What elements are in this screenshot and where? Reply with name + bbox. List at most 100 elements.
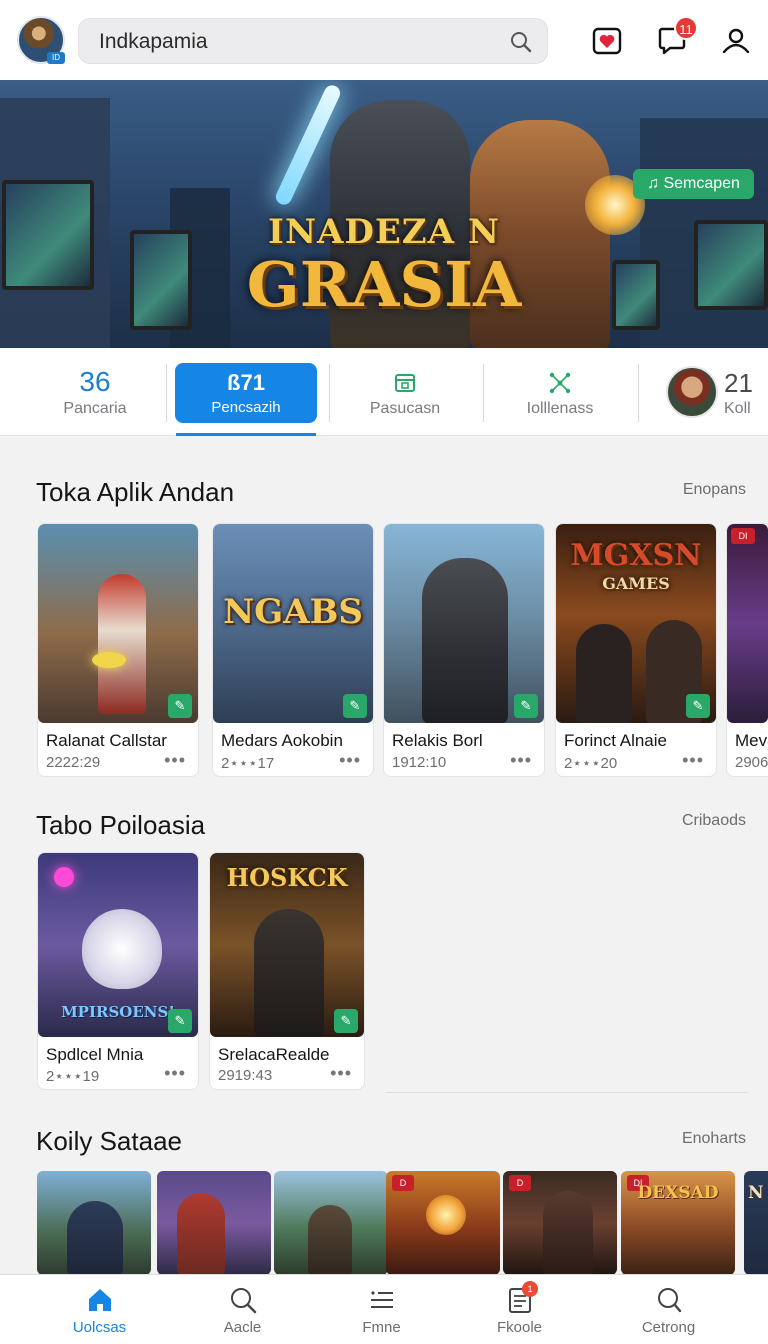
nav-settings[interactable]: Cetrong: [592, 1275, 745, 1344]
nav-documents[interactable]: Fkoole: [443, 1275, 596, 1344]
section-more-link[interactable]: Cribaods: [682, 812, 746, 830]
nav-list[interactable]: Fmne: [305, 1275, 458, 1344]
list-icon: [370, 1291, 393, 1308]
game-thumbnail-partial[interactable]: N: [744, 1171, 768, 1275]
user-icon[interactable]: [719, 24, 753, 58]
search-icon: [657, 1288, 681, 1313]
game-card-art-title: HOSKCK: [226, 863, 348, 892]
art-magic-orb: [54, 867, 74, 887]
search-bar[interactable]: Indkapamia: [78, 18, 548, 64]
kol-label: Koll: [724, 400, 751, 417]
tag-icon: ✎: [514, 694, 538, 718]
calendar-icon: [395, 374, 415, 392]
bottom-nav: Uolcsas Aacle Fmne Fkoole Cetrong: [0, 1274, 768, 1344]
game-card[interactable]: HOSKCK ✎ SrelacaRealde 2919:43 •••: [209, 852, 365, 1090]
game-card-meta: 2919:43: [218, 1067, 273, 1084]
art-character: [543, 1191, 593, 1275]
kol-avatar[interactable]: [666, 366, 718, 418]
search-icon[interactable]: [509, 30, 533, 54]
tag-icon: ✎: [343, 694, 367, 718]
stat-tab-1[interactable]: 36 Pancaria: [30, 348, 160, 436]
game-card-art: DI: [727, 524, 768, 723]
game-card[interactable]: ✎ Relakis Borl 1912:10 •••: [383, 523, 545, 777]
game-card-art-title: MGXSN: [570, 538, 702, 573]
more-options-icon[interactable]: •••: [330, 1063, 352, 1084]
more-options-icon[interactable]: •••: [164, 750, 186, 771]
stat-label: Pencsazih: [211, 399, 281, 416]
art-character: [254, 909, 324, 1037]
game-card-name: Medars Aokobin: [221, 731, 343, 750]
art-magic-effect: [92, 652, 126, 668]
game-card-name: Relakis Borl: [392, 731, 483, 750]
search-input[interactable]: Indkapamia: [99, 30, 208, 54]
game-thumbnail[interactable]: [274, 1171, 388, 1275]
nav-label: Uolcsas: [72, 1319, 127, 1336]
hero-title-line1: INADEZA N: [268, 212, 500, 252]
game-card-name: SrelacaRealde: [218, 1045, 330, 1064]
art-cat-character: [82, 909, 162, 989]
game-thumbnail[interactable]: DI DEXSAD: [621, 1171, 735, 1275]
game-card-meta: 2⋆⋆⋆19: [46, 1068, 100, 1085]
tag-icon: ✎: [686, 694, 710, 718]
stat-divider: [166, 364, 167, 422]
section-more-link[interactable]: Enopans: [683, 481, 746, 499]
game-card-name: Meva: [735, 731, 768, 750]
stat-tab-4[interactable]: Iolllenass: [495, 348, 625, 436]
game-card[interactable]: MPIRSOENS! ✎ Spdlcel Mnia 2⋆⋆⋆19 •••: [37, 852, 199, 1090]
stat-value: ß71: [227, 370, 265, 395]
stat-tab-2-active[interactable]: ß71 Pencsazih: [175, 348, 317, 436]
avatar-badge: ID: [47, 52, 65, 64]
game-card-meta: 2222:29: [46, 754, 101, 771]
thumbnail-title: DEXSAD: [637, 1183, 719, 1203]
hero-title-line2: GRASIA: [246, 248, 522, 321]
favorites-heart-icon[interactable]: [590, 24, 624, 58]
hero-tag-pill[interactable]: ♫ Semcapen: [633, 169, 754, 199]
nav-badge: 1: [522, 1281, 538, 1297]
tag-icon: ✎: [168, 1009, 192, 1033]
thumbnail-title: N: [748, 1183, 764, 1203]
stat-tab-3[interactable]: Pasucasn: [340, 348, 470, 436]
game-card-name: Forinct Alnaie: [564, 731, 667, 750]
section-title: Koily Sataae: [36, 1126, 182, 1156]
game-card-art-title: NGABS: [223, 592, 363, 632]
top-bar: ID Indkapamia 11: [0, 0, 768, 80]
divider: [386, 1092, 748, 1093]
more-options-icon[interactable]: •••: [682, 750, 704, 771]
game-card[interactable]: MGXSN GAMES ✎ Forinct Alnaie 2⋆⋆⋆20 •••: [555, 523, 717, 777]
hero-pill-label: Semcapen: [663, 175, 740, 192]
game-card[interactable]: ✎ Ralanat Callstar 2222:29 •••: [37, 523, 199, 777]
tag-icon: ✎: [168, 694, 192, 718]
nav-home[interactable]: Uolcsas: [23, 1275, 176, 1344]
game-card-meta: 2⋆⋆⋆20: [564, 755, 618, 772]
game-card-partial[interactable]: DI Meva 2906: [726, 523, 768, 777]
search-icon: [230, 1288, 256, 1314]
stats-row: 36 Pancaria ß71 Pencsazih Pasucasn Iolll…: [0, 348, 768, 436]
stat-label: Pasucasn: [369, 400, 441, 417]
game-thumbnail[interactable]: D: [386, 1171, 500, 1275]
game-card-art-subtitle: GAMES: [602, 574, 670, 593]
game-card-meta: 2906: [735, 754, 768, 771]
game-thumbnail[interactable]: [157, 1171, 271, 1275]
stat-divider: [483, 364, 484, 422]
more-options-icon[interactable]: •••: [164, 1063, 186, 1084]
game-thumbnail[interactable]: D: [503, 1171, 617, 1275]
nav-search[interactable]: Aacle: [166, 1275, 319, 1344]
more-options-icon[interactable]: •••: [339, 750, 361, 771]
music-note-icon: ♫: [647, 175, 664, 192]
tag-icon: ✎: [334, 1009, 358, 1033]
profile-avatar[interactable]: ID: [17, 16, 65, 64]
art-character: [67, 1201, 123, 1275]
game-card-name: Ralanat Callstar: [46, 731, 167, 750]
kol-count: 21: [724, 368, 753, 398]
art-soldier: [422, 558, 508, 723]
nav-label: Fkoole: [496, 1319, 543, 1336]
game-card-name: Spdlcel Mnia: [46, 1045, 144, 1064]
stat-label: Pancaria: [63, 400, 127, 417]
corner-label: DI: [731, 528, 755, 544]
section-more-link[interactable]: Enoharts: [682, 1130, 746, 1148]
home-icon: [88, 1289, 111, 1311]
game-thumbnail[interactable]: [37, 1171, 151, 1275]
more-options-icon[interactable]: •••: [510, 750, 532, 771]
game-card[interactable]: NGABS ✎ Medars Aokobin 2⋆⋆⋆17 •••: [212, 523, 374, 777]
section-title: Tabo Poiloasia: [36, 810, 206, 840]
